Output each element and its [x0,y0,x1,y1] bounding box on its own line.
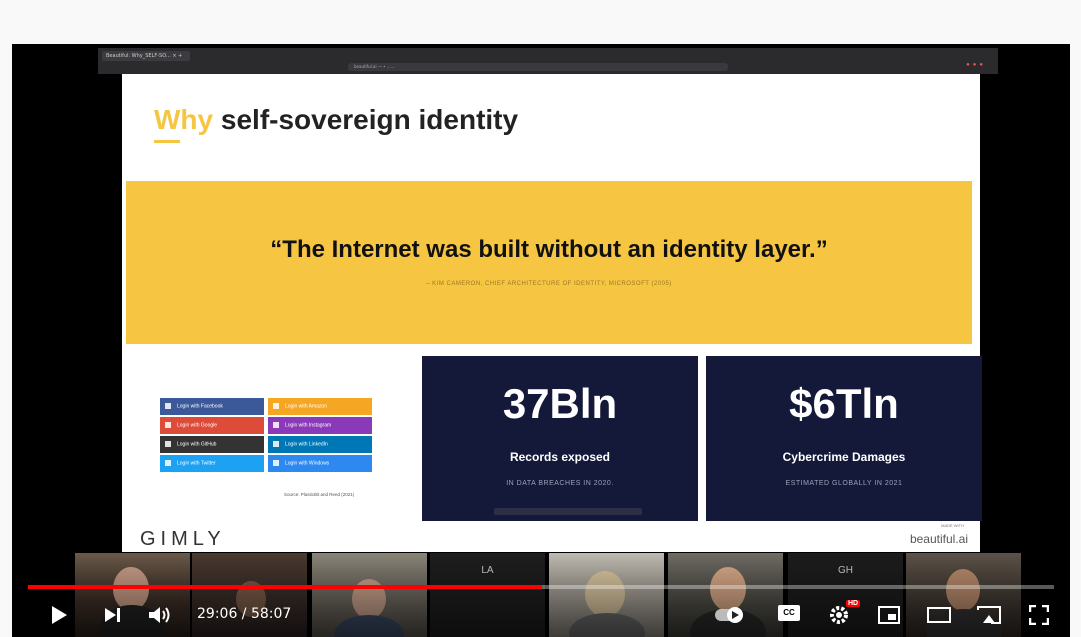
login-button-image: Login with Twitter [160,455,264,472]
login-button-label: Login with GitHub [177,441,217,448]
login-button-image: Login with Facebook [160,398,264,415]
fullscreen-button[interactable] [1024,602,1054,628]
stat-value: 37Bln [502,380,618,427]
stat-subtext: ESTIMATED GLOBALLY IN 2021 [785,480,903,487]
login-button-image: Login with Amazon [268,398,372,415]
slide-title-accent: Why [154,104,214,135]
presentation-slide: Why self-sovereign identity “The Interne… [122,74,982,552]
login-provider-icon [165,441,171,447]
browser-tab: Beautiful: Why_SELF-SO... × + [102,51,190,61]
duration: 58:07 [250,606,292,622]
login-provider-icon [165,422,171,428]
login-button-image: Login with Instagram [268,417,372,434]
play-button[interactable] [46,602,72,628]
login-button-image: Login with LinkedIn [268,436,372,453]
captions-button[interactable]: CC [778,605,800,621]
login-source: Source: PlasticBit and Reed (2021) [284,492,355,497]
stat-card-records: 37Bln Records exposed IN DATA BREACHES I… [422,356,698,521]
volume-icon [149,607,170,623]
autoplay-play-icon [732,611,739,619]
autoplay-knob [727,607,743,623]
progress-bar[interactable] [28,585,1054,589]
video-player[interactable]: Beautiful: Why_SELF-SO... × + beautiful.… [12,44,1070,637]
login-button-label: Login with LinkedIn [285,441,328,448]
next-button[interactable] [100,602,126,628]
login-button-label: Login with Amazon [285,403,327,410]
login-button-label: Login with Instagram [285,422,332,429]
hd-badge: HD [846,600,861,607]
theater-icon [927,607,951,623]
login-provider-icon [273,422,279,428]
quote-band: “The Internet was built without an ident… [126,181,972,344]
browser-extension-icons: ●●● [966,62,986,68]
login-button-image: Login with Windows [268,455,372,472]
settings-icon [830,606,848,624]
time-display: 29:06 / 58:07 [197,606,292,622]
cast-icon [977,606,1001,624]
stat-card-damages: $6Tln Cybercrime Damages ESTIMATED GLOBA… [706,356,982,521]
made-with-label: MADE WITH [941,523,964,528]
login-provider-icon [273,460,279,466]
current-time: 29:06 [197,606,238,622]
quote-source: – KIM CAMERON, CHIEF ARCHITECTURE OF IDE… [426,281,672,287]
login-button-label: Login with Twitter [177,460,216,467]
stat-value: $6Tln [789,380,899,427]
cast-button[interactable] [974,602,1004,628]
slide-quote: “The Internet was built without an ident… [270,236,828,263]
beautiful-ai-logo: beautiful.ai [909,532,968,546]
stat-label: Records exposed [509,450,611,464]
login-provider-icon [165,460,171,466]
volume-button[interactable] [146,602,176,628]
youtube-page: Beautiful: Why_SELF-SO... × + beautiful.… [0,0,1081,637]
fullscreen-icon [1029,605,1049,625]
login-button-label: Login with Facebook [177,403,223,410]
title-underline [154,140,180,143]
theater-button[interactable] [924,602,954,628]
embedded-toolbar [494,508,642,515]
slide-title-rest: self-sovereign identity [213,104,519,135]
login-button-image: Login with Google [160,417,264,434]
login-provider-icon [273,441,279,447]
login-button-label: Login with Windows [285,460,330,467]
slide-title: Why self-sovereign identity [154,104,518,136]
next-icon [105,608,120,622]
login-provider-icon [273,403,279,409]
login-button-image: Login with GitHub [160,436,264,453]
autoplay-toggle[interactable] [715,607,743,623]
login-provider-icon [165,403,171,409]
gimly-logo: GIMLY [140,528,226,550]
miniplayer-icon [878,606,900,624]
browser-address-bar: beautiful.ai — • ...... [348,63,728,71]
shared-browser-chrome: Beautiful: Why_SELF-SO... × + beautiful.… [98,48,998,74]
stat-label: Cybercrime Damages [782,450,906,464]
play-icon [52,606,67,624]
progress-played [28,585,543,589]
stat-subtext: IN DATA BREACHES IN 2020. [506,480,614,487]
miniplayer-button[interactable] [874,602,904,628]
login-button-label: Login with Google [177,422,218,429]
